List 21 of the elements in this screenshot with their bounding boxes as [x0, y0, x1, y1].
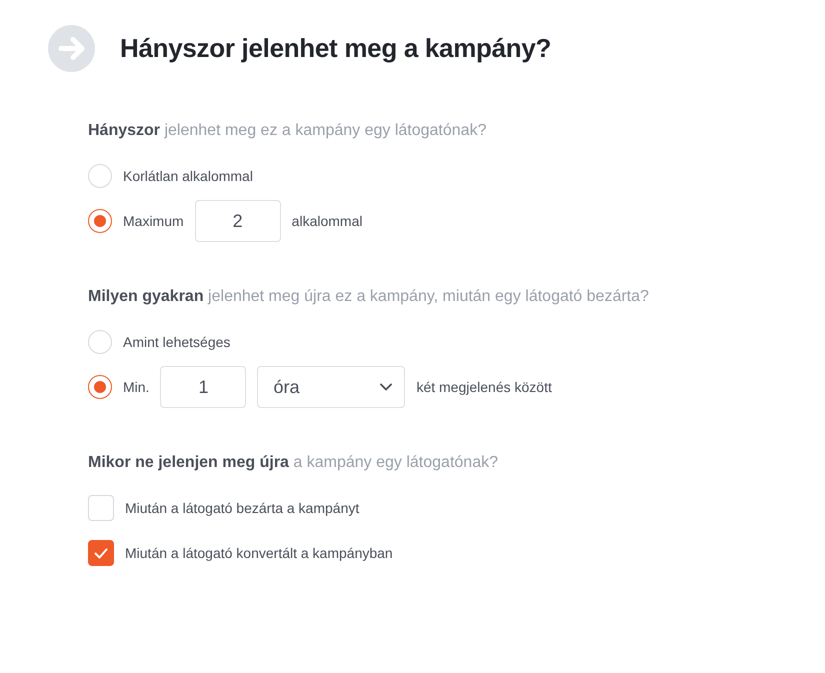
number-field[interactable]: 2 — [194, 200, 281, 242]
section-question: Mikor ne jelenjen meg újra a kampány egy látogatónak? — [88, 453, 499, 473]
radio-button[interactable] — [88, 209, 112, 233]
option-label: két megjelenés között — [416, 379, 552, 395]
radio-button[interactable] — [88, 375, 112, 399]
arrow-right-icon — [48, 24, 95, 72]
option-label: Miután a látogató konvertált a kampányban — [125, 545, 393, 561]
option-label: Amint lehetséges — [123, 334, 230, 350]
chevron-down-icon — [380, 383, 392, 391]
check-icon — [94, 548, 108, 558]
option-label: Maximum — [123, 213, 184, 229]
number-field[interactable]: 1 — [160, 366, 246, 408]
unit-dropdown[interactable]: óra — [257, 366, 406, 408]
option-label: Korlátlan alkalommal — [123, 168, 253, 184]
page-title: Hányszor jelenhet meg a kampány? — [120, 32, 552, 64]
option-label: Miután a látogató bezárta a kampányt — [125, 500, 360, 516]
section-question: Milyen gyakran jelenhet meg újra ez a kampány, miután egy látogató bezárta? — [88, 287, 650, 307]
option-label: alkalommal — [292, 213, 362, 229]
section-question: Hányszor jelenhet meg ez a kampány egy látogatónak? — [88, 121, 488, 141]
checkbox[interactable] — [88, 540, 114, 566]
option-label: Min. — [123, 379, 150, 395]
